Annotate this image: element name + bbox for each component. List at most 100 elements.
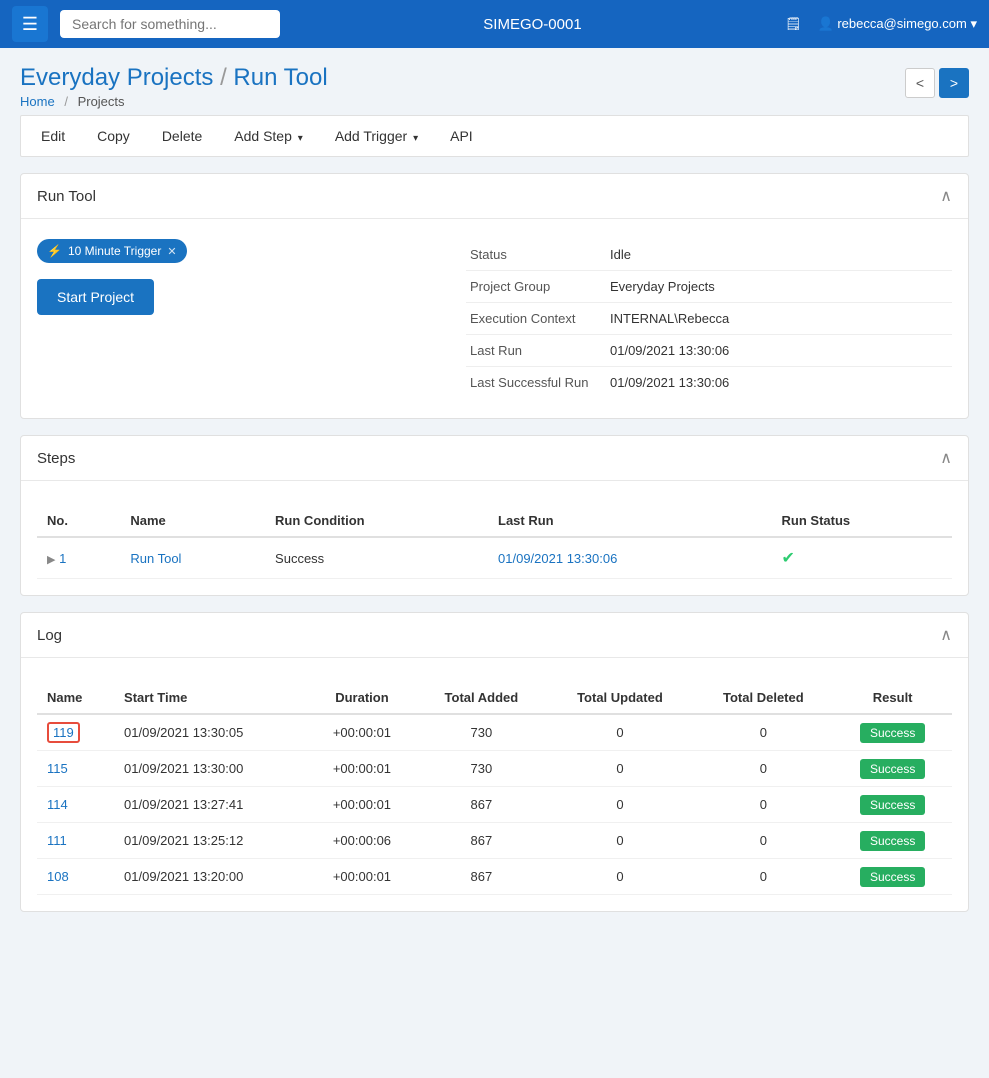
user-area: 🗒 👤 rebecca@simego.com ▾	[785, 16, 977, 32]
add-trigger-button[interactable]: Add Trigger ▾	[331, 126, 422, 146]
table-row: 111 01/09/2021 13:25:12 +00:00:06 867 0 …	[37, 823, 952, 859]
table-row: ▶ 1 Run Tool Success 01/09/2021 13:30:06…	[37, 537, 952, 579]
start-project-button[interactable]: Start Project	[37, 279, 154, 315]
steps-collapse-button[interactable]: ∧	[940, 448, 952, 468]
trigger-badge: ⚡ 10 Minute Trigger ✕	[37, 239, 187, 263]
log-section-header: Log ∧	[21, 613, 968, 658]
menu-button[interactable]: ☰	[12, 6, 48, 42]
project-group-row: Project Group Everyday Projects	[466, 271, 952, 303]
col-last-run: Last Run	[488, 505, 772, 537]
api-button[interactable]: API	[446, 126, 477, 146]
run-tool-title: Run Tool	[37, 188, 96, 205]
next-button[interactable]: >	[939, 68, 969, 98]
log-col-name: Name	[37, 682, 114, 714]
log-total-deleted-cell: 0	[693, 751, 833, 787]
prev-button[interactable]: <	[905, 68, 935, 98]
run-tool-right: Status Idle Project Group Everyday Proje…	[466, 239, 952, 398]
last-run-row: Last Run 01/09/2021 13:30:06	[466, 335, 952, 367]
lightning-icon: ⚡	[47, 244, 62, 258]
log-result-cell: Success	[833, 714, 952, 751]
last-run-value: 01/09/2021 13:30:06	[606, 335, 952, 367]
log-col-total-deleted: Total Deleted	[693, 682, 833, 714]
breadcrumb-home[interactable]: Home	[20, 94, 55, 109]
step-name-link[interactable]: Run Tool	[130, 551, 181, 566]
trigger-label: 10 Minute Trigger	[68, 244, 161, 258]
log-duration-cell: +00:00:06	[308, 823, 417, 859]
log-result-cell: Success	[833, 787, 952, 823]
log-start-time-cell: 01/09/2021 13:30:05	[114, 714, 308, 751]
log-section: Log ∧ Name Start Time Duration Total Add…	[20, 612, 969, 912]
log-duration-cell: +00:00:01	[308, 787, 417, 823]
log-total-updated-cell: 0	[546, 751, 693, 787]
user-dropdown-icon[interactable]: ▾	[970, 16, 977, 31]
execution-context-value[interactable]: INTERNAL\Rebecca	[606, 303, 952, 335]
log-duration-cell: +00:00:01	[308, 751, 417, 787]
add-step-arrow: ▾	[298, 133, 303, 144]
run-tool-section-header: Run Tool ∧	[21, 174, 968, 219]
success-badge: Success	[860, 723, 925, 743]
main-content: Everyday Projects / Run Tool Home / Proj…	[0, 48, 989, 1078]
log-col-result: Result	[833, 682, 952, 714]
step-no-cell: ▶ 1	[37, 537, 120, 579]
col-no: No.	[37, 505, 120, 537]
search-input[interactable]	[60, 10, 280, 38]
log-start-time-cell: 01/09/2021 13:30:00	[114, 751, 308, 787]
log-duration-cell: +00:00:01	[308, 859, 417, 895]
status-value: Idle	[606, 239, 952, 271]
step-run-status-cell: ✔	[772, 537, 952, 579]
status-label: Status	[466, 239, 606, 271]
run-tool-left: ⚡ 10 Minute Trigger ✕ Start Project	[37, 239, 442, 398]
run-tool-body: ⚡ 10 Minute Trigger ✕ Start Project Stat…	[21, 219, 968, 418]
table-row: 114 01/09/2021 13:27:41 +00:00:01 867 0 …	[37, 787, 952, 823]
app-title: SIMEGO-0001	[292, 16, 773, 33]
log-total-deleted-cell: 0	[693, 787, 833, 823]
log-table: Name Start Time Duration Total Added Tot…	[37, 682, 952, 895]
check-icon: ✔	[782, 550, 795, 567]
log-total-updated-cell: 0	[546, 823, 693, 859]
table-row: 108 01/09/2021 13:20:00 +00:00:01 867 0 …	[37, 859, 952, 895]
log-title: Log	[37, 627, 62, 644]
log-result-cell: Success	[833, 859, 952, 895]
steps-section: Steps ∧ No. Name Run Condition Last Run …	[20, 435, 969, 596]
log-body: Name Start Time Duration Total Added Tot…	[21, 658, 968, 911]
breadcrumb-sep1: /	[64, 94, 68, 109]
copy-button[interactable]: Copy	[93, 126, 134, 146]
log-total-added-cell: 867	[416, 787, 546, 823]
log-id-link[interactable]: 115	[47, 761, 68, 776]
log-id-link[interactable]: 114	[47, 797, 68, 812]
last-successful-run-label: Last Successful Run	[466, 367, 606, 399]
log-id-link[interactable]: 111	[47, 833, 67, 848]
add-trigger-arrow: ▾	[413, 133, 418, 144]
title-separator: /	[220, 64, 233, 91]
log-name-cell: 115	[37, 751, 114, 787]
log-id-link[interactable]: 108	[47, 869, 69, 884]
breadcrumb-projects: Projects	[78, 94, 125, 109]
expand-arrow[interactable]: ▶	[47, 554, 55, 566]
log-id-link[interactable]: 119	[47, 722, 80, 743]
page-header: Everyday Projects / Run Tool Home / Proj…	[20, 64, 969, 109]
username: rebecca@simego.com	[837, 16, 967, 31]
user-icon: 👤	[818, 16, 834, 31]
log-collapse-button[interactable]: ∧	[940, 625, 952, 645]
step-no-link[interactable]: 1	[59, 551, 66, 566]
log-total-deleted-cell: 0	[693, 823, 833, 859]
page-title: Everyday Projects / Run Tool	[20, 64, 328, 92]
trigger-remove-button[interactable]: ✕	[167, 245, 176, 258]
notifications-icon[interactable]: 🗒	[785, 16, 802, 32]
edit-button[interactable]: Edit	[37, 126, 69, 146]
last-run-label: Last Run	[466, 335, 606, 367]
log-result-cell: Success	[833, 823, 952, 859]
add-step-button[interactable]: Add Step ▾	[230, 126, 307, 146]
project-group-link[interactable]: Everyday Projects	[20, 64, 213, 91]
status-table: Status Idle Project Group Everyday Proje…	[466, 239, 952, 398]
last-successful-run-row: Last Successful Run 01/09/2021 13:30:06	[466, 367, 952, 399]
log-start-time-cell: 01/09/2021 13:25:12	[114, 823, 308, 859]
col-run-condition: Run Condition	[265, 505, 488, 537]
run-tool-collapse-button[interactable]: ∧	[940, 186, 952, 206]
delete-button[interactable]: Delete	[158, 126, 206, 146]
log-col-duration: Duration	[308, 682, 417, 714]
log-col-total-added: Total Added	[416, 682, 546, 714]
success-badge: Success	[860, 867, 925, 887]
project-group-value[interactable]: Everyday Projects	[606, 271, 952, 303]
log-name-cell: 119	[37, 714, 114, 751]
